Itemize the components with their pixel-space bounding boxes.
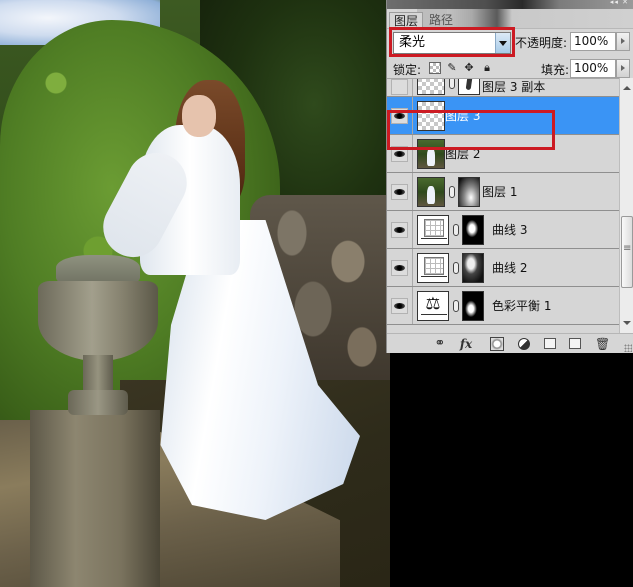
layer-row[interactable]: 曲线 3 bbox=[387, 211, 619, 249]
layer-row[interactable]: 图层 3 bbox=[387, 97, 619, 135]
layer-row[interactable]: 图层 1 bbox=[387, 173, 619, 211]
blend-mode-select[interactable]: 柔光 bbox=[393, 32, 511, 54]
fill-slider-button[interactable] bbox=[616, 59, 630, 78]
chevron-down-icon[interactable] bbox=[495, 33, 510, 53]
layer-thumbnail bbox=[417, 79, 445, 95]
eye-icon[interactable] bbox=[391, 108, 408, 124]
blend-row: 柔光 不透明度: 100% bbox=[387, 30, 633, 56]
blend-mode-value: 柔光 bbox=[399, 35, 426, 50]
layer-name: 曲线 3 bbox=[492, 223, 528, 237]
eye-icon[interactable] bbox=[391, 298, 408, 314]
eye-icon[interactable] bbox=[391, 260, 408, 276]
curves-icon bbox=[417, 215, 449, 245]
color-balance-icon: ⚖ bbox=[417, 291, 449, 321]
new-group-icon[interactable] bbox=[544, 338, 556, 349]
layer-row[interactable]: 图层 2 bbox=[387, 135, 619, 173]
link-icon bbox=[453, 262, 459, 274]
new-adjustment-layer-icon[interactable] bbox=[518, 338, 530, 350]
new-layer-icon[interactable] bbox=[569, 338, 581, 349]
curves-icon bbox=[417, 253, 449, 283]
opacity-input[interactable]: 100% bbox=[570, 32, 616, 51]
tab-layers[interactable]: 图层 bbox=[389, 12, 424, 29]
layer-name: 图层 1 bbox=[482, 185, 518, 199]
layer-mask-thumbnail[interactable] bbox=[462, 215, 484, 245]
layer-row[interactable]: 曲线 2 bbox=[387, 249, 619, 287]
layer-row[interactable]: ⚖ 色彩平衡 1 bbox=[387, 287, 619, 325]
panel-collapse-icon[interactable]: ◂◂ ✕ bbox=[610, 0, 629, 6]
layer-mask-thumbnail[interactable] bbox=[458, 79, 480, 95]
opacity-label: 不透明度: bbox=[515, 36, 568, 50]
lock-move-icon[interactable]: ✥ bbox=[463, 62, 475, 74]
layer-mask-thumbnail[interactable] bbox=[458, 177, 480, 207]
fill-input[interactable]: 100% bbox=[570, 59, 616, 78]
layer-mask-thumbnail[interactable] bbox=[462, 291, 484, 321]
woman-in-white-dress bbox=[92, 80, 370, 520]
layer-mask-thumbnail[interactable] bbox=[462, 253, 484, 283]
delete-layer-icon[interactable]: 🗑︎ bbox=[595, 337, 610, 351]
link-icon bbox=[453, 300, 459, 312]
scroll-down-icon[interactable] bbox=[623, 321, 631, 325]
visibility-toggle[interactable] bbox=[391, 79, 408, 95]
panel-titlebar[interactable]: ◂◂ ✕ bbox=[387, 0, 633, 9]
fill-label: 填充: bbox=[541, 63, 570, 77]
layer-thumbnail bbox=[417, 139, 445, 169]
layers-scrollbar[interactable] bbox=[619, 78, 633, 333]
add-mask-icon[interactable] bbox=[490, 337, 504, 351]
lock-paint-icon[interactable]: ✎ bbox=[446, 62, 458, 74]
resize-grip[interactable] bbox=[624, 344, 632, 352]
layer-thumbnail bbox=[417, 101, 445, 131]
link-icon bbox=[449, 79, 455, 89]
layer-name: 曲线 2 bbox=[492, 261, 528, 275]
lock-row: 锁定: ✎ ✥ 🔒︎ 填充: 100% bbox=[387, 58, 633, 80]
eye-icon[interactable] bbox=[391, 184, 408, 200]
eye-icon[interactable] bbox=[391, 222, 408, 238]
link-layers-icon[interactable]: ⚭ bbox=[433, 337, 447, 351]
lock-all-icon[interactable]: 🔒︎ bbox=[481, 62, 493, 74]
panel-bottom-toolbar: ⚭ fx 🗑︎ bbox=[387, 333, 633, 353]
scroll-up-icon[interactable] bbox=[623, 86, 631, 90]
layer-name: 色彩平衡 1 bbox=[492, 299, 552, 313]
photo-canvas[interactable] bbox=[0, 0, 390, 587]
eye-icon[interactable] bbox=[391, 146, 408, 162]
lock-label: 锁定: bbox=[393, 63, 422, 77]
layers-list: 图层 3 副本 图层 3 图层 2 图层 1 曲线 3 曲线 2 ⚖ 色彩平衡 … bbox=[387, 78, 619, 333]
layer-thumbnail bbox=[417, 177, 445, 207]
scroll-thumb[interactable] bbox=[621, 216, 633, 288]
layer-name: 图层 3 副本 bbox=[482, 80, 546, 94]
layer-name: 图层 3 bbox=[445, 109, 481, 123]
layer-row[interactable]: 图层 3 副本 bbox=[387, 79, 619, 97]
panel-tabs: 图层 路径 bbox=[387, 9, 633, 29]
link-icon bbox=[453, 224, 459, 236]
opacity-slider-button[interactable] bbox=[616, 32, 630, 51]
lock-transparent-icon[interactable] bbox=[429, 62, 441, 74]
link-icon bbox=[449, 186, 455, 198]
layers-panel: ◂◂ ✕ 图层 路径 柔光 不透明度: 100% 锁定: ✎ ✥ 🔒︎ 填充: … bbox=[386, 0, 633, 353]
add-layer-style-icon[interactable]: fx bbox=[459, 337, 473, 351]
tab-paths[interactable]: 路径 bbox=[425, 12, 457, 29]
layer-name: 图层 2 bbox=[445, 147, 481, 161]
